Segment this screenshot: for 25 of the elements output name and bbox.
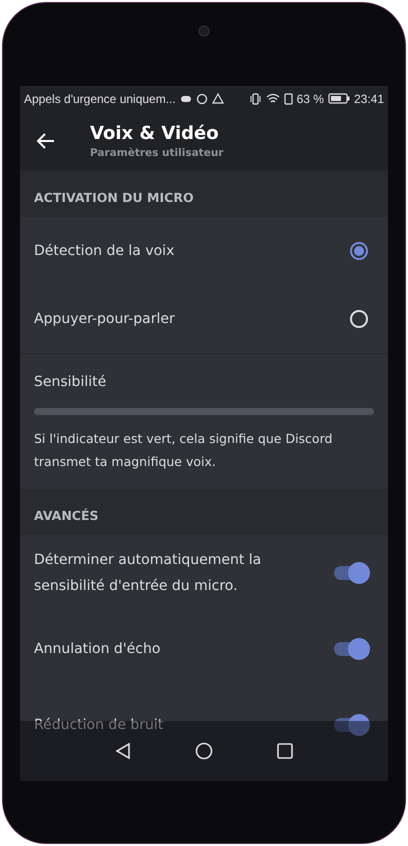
radio-option[interactable]: Détection de la voix: [20, 217, 388, 285]
home-icon[interactable]: [195, 742, 213, 760]
warning-icon: [212, 93, 224, 104]
radio-option[interactable]: Appuyer-pour-parler: [20, 285, 388, 353]
recents-icon[interactable]: [277, 743, 293, 759]
page-title: Voix & Vidéo: [90, 123, 220, 144]
radio-button[interactable]: [350, 242, 368, 260]
battery-saver-icon: [284, 92, 293, 104]
section-header: ACTIVATION DU MICRO: [20, 171, 388, 217]
page-subtitle: Paramètres utilisateur: [90, 147, 224, 159]
section-header: AVANCÉS: [20, 489, 388, 535]
vibrate-icon: [248, 92, 262, 104]
battery-percent: 63 %: [296, 92, 324, 106]
setting-label: Déterminer automatiquement la sensibilité d'entrée du micro.: [34, 551, 262, 596]
battery-icon: [328, 93, 350, 104]
camera-icon: [198, 25, 210, 37]
setting-label: Réduction de bruit: [34, 716, 164, 735]
setting-label: Annulation d'écho: [34, 640, 160, 659]
back-arrow-icon: [36, 132, 56, 150]
setting-label: Sensibilité: [34, 374, 108, 390]
status-notification: Appels d'urgence uniquem...: [24, 92, 176, 106]
back-nav-icon[interactable]: [115, 742, 131, 760]
wifi-icon: [266, 92, 280, 104]
description-text: Si l'indicateur est vert, cela signifie que Discord transmet ta magnifique voix.: [34, 430, 334, 471]
status-time: 23:41: [354, 92, 384, 106]
